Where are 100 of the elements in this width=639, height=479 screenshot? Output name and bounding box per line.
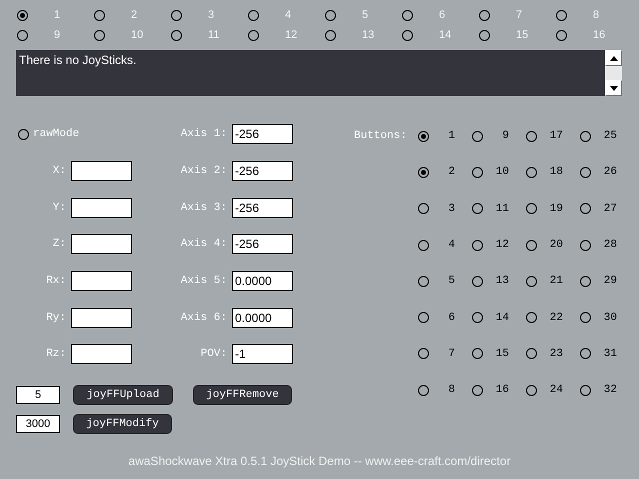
input-field[interactable]: -256 bbox=[232, 161, 293, 182]
input-field[interactable]: 0.0000 bbox=[232, 271, 293, 292]
joystick-radio[interactable] bbox=[479, 10, 490, 20]
input-field[interactable]: 5 bbox=[16, 386, 60, 404]
joystick-number: 11 bbox=[208, 29, 220, 41]
footer-text: awaShockwave Xtra 0.5.1 JoyStick Demo -- www.eee-craft.com/director bbox=[128, 454, 511, 468]
joystick-radio[interactable] bbox=[402, 10, 413, 20]
button-number: 3 bbox=[447, 202, 455, 215]
button-number: 5 bbox=[447, 275, 455, 288]
button-number: 25 bbox=[602, 130, 617, 142]
field-label: Axis 2: bbox=[180, 165, 227, 178]
input-field[interactable] bbox=[71, 308, 132, 328]
input-field[interactable] bbox=[71, 161, 132, 182]
field-label: Rz: bbox=[46, 348, 66, 360]
button-number: 30 bbox=[602, 312, 617, 324]
message-text: There is no JoySticks. bbox=[18, 52, 136, 67]
joystick-radio[interactable] bbox=[248, 10, 259, 20]
message-area[interactable]: There is no JoySticks. bbox=[16, 50, 622, 96]
button-number: 15 bbox=[494, 348, 509, 360]
button-number: 26 bbox=[602, 166, 617, 178]
joystick-radio[interactable] bbox=[556, 30, 567, 40]
button-number: 22 bbox=[548, 312, 563, 324]
joystick-radio[interactable] bbox=[479, 30, 490, 40]
up-triangle-icon bbox=[610, 56, 618, 60]
field-label: Y: bbox=[52, 202, 66, 214]
joystick-radio[interactable] bbox=[94, 30, 105, 40]
button-number: 28 bbox=[602, 239, 617, 252]
button-number: 24 bbox=[548, 384, 563, 396]
scroll-down-button[interactable] bbox=[605, 80, 622, 96]
joystick-number: 7 bbox=[516, 9, 522, 21]
button-number: 20 bbox=[548, 239, 563, 252]
joystick-radio[interactable] bbox=[94, 10, 105, 20]
joystick-radio[interactable] bbox=[17, 30, 28, 40]
joystick-radio[interactable] bbox=[248, 30, 259, 40]
field-label: Axis 5: bbox=[180, 275, 227, 288]
button-number: 2 bbox=[447, 166, 455, 178]
input-field[interactable] bbox=[71, 271, 132, 292]
input-field[interactable] bbox=[71, 198, 132, 218]
button-number: 19 bbox=[548, 202, 563, 215]
joystick-number: 1 bbox=[54, 9, 60, 21]
button-number: 23 bbox=[548, 348, 563, 360]
joystick-radio[interactable] bbox=[556, 10, 567, 20]
field-label: Rx: bbox=[46, 275, 66, 288]
joystick-radio[interactable] bbox=[325, 30, 336, 40]
button-number: 13 bbox=[494, 275, 509, 288]
button-number: 27 bbox=[602, 202, 617, 215]
button-number: 17 bbox=[548, 130, 563, 142]
buttons-label: Buttons: bbox=[354, 129, 408, 144]
button-number: 14 bbox=[494, 312, 509, 324]
scroll-up-button[interactable] bbox=[605, 50, 622, 66]
input-field[interactable]: -256 bbox=[232, 234, 293, 254]
down-triangle-icon bbox=[610, 86, 618, 90]
button-number: 10 bbox=[494, 166, 509, 178]
raw-mode-radio[interactable] bbox=[18, 128, 29, 140]
joystick-number: 6 bbox=[439, 9, 446, 21]
field-label: Axis 4: bbox=[180, 238, 227, 250]
joystick-radio[interactable] bbox=[325, 10, 336, 20]
button-number: 32 bbox=[602, 384, 617, 396]
button-number: 18 bbox=[548, 166, 563, 178]
field-label: X: bbox=[52, 165, 66, 178]
joystick-number: 12 bbox=[285, 29, 298, 41]
joystick-number: 14 bbox=[439, 29, 452, 41]
joystick-number: 8 bbox=[593, 9, 600, 21]
joystick-radio[interactable] bbox=[17, 10, 28, 20]
input-field[interactable]: 0.0000 bbox=[232, 308, 293, 328]
field-label: Axis 6: bbox=[180, 312, 227, 324]
joystick-number: 13 bbox=[362, 29, 374, 41]
joystick-number: 3 bbox=[208, 9, 214, 21]
button-number: 21 bbox=[548, 275, 563, 288]
button-number: 9 bbox=[501, 130, 509, 142]
field-label: Axis 3: bbox=[180, 202, 227, 214]
button-number: 7 bbox=[447, 348, 455, 360]
field-label: POV: bbox=[200, 348, 227, 360]
button-number: 29 bbox=[602, 275, 617, 288]
action-button[interactable]: joyFFModify bbox=[73, 414, 172, 434]
action-button[interactable]: joyFFRemove bbox=[193, 384, 292, 405]
joystick-number: 9 bbox=[54, 29, 60, 41]
input-field[interactable] bbox=[71, 234, 132, 254]
button-number: 12 bbox=[494, 239, 509, 252]
field-label: Z: bbox=[52, 238, 66, 250]
joystick-number: 2 bbox=[131, 9, 138, 21]
joystick-radio[interactable] bbox=[171, 30, 182, 40]
joystick-number: 5 bbox=[362, 9, 368, 21]
joystick-number: 16 bbox=[593, 29, 606, 41]
button-number: 1 bbox=[447, 130, 455, 142]
joystick-number: 10 bbox=[131, 29, 144, 41]
scrollbar[interactable] bbox=[605, 50, 622, 96]
input-field[interactable]: 3000 bbox=[16, 414, 60, 433]
input-field[interactable] bbox=[71, 344, 132, 364]
input-field[interactable]: -1 bbox=[232, 344, 293, 364]
button-number: 31 bbox=[602, 348, 617, 360]
raw-mode-label: rawMode bbox=[33, 128, 80, 140]
input-field[interactable]: -256 bbox=[232, 124, 293, 144]
button-number: 11 bbox=[494, 202, 509, 215]
joystick-radio[interactable] bbox=[402, 30, 413, 40]
joystick-radio[interactable] bbox=[171, 10, 182, 20]
button-number: 4 bbox=[447, 239, 455, 252]
input-field[interactable]: -256 bbox=[232, 198, 293, 218]
joystick-number: 15 bbox=[516, 29, 528, 41]
action-button[interactable]: joyFFUpload bbox=[73, 384, 173, 405]
